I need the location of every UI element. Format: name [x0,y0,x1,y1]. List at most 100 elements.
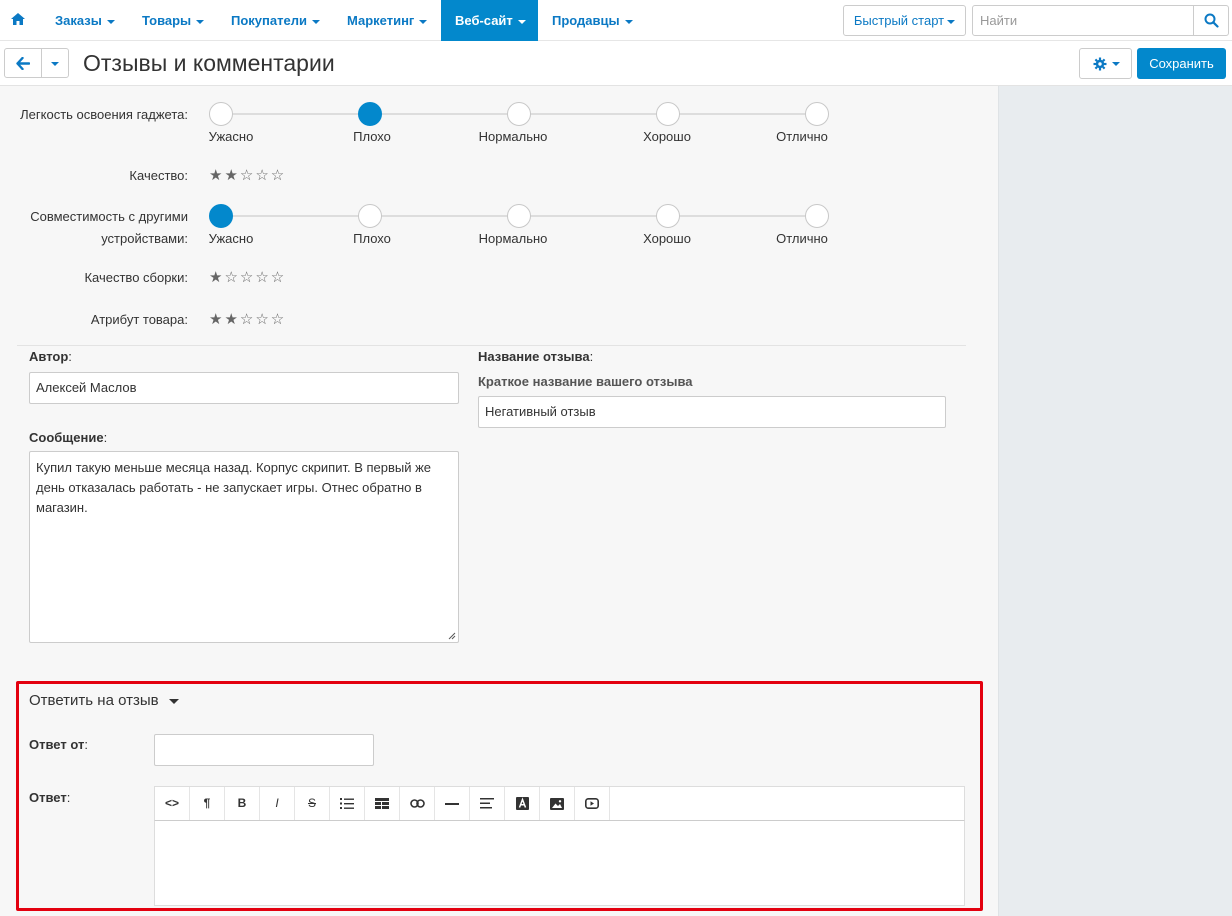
bold-icon: B [237,796,247,810]
search-button[interactable] [1193,5,1229,36]
font-color-icon [515,797,529,811]
code-view-button[interactable]: <> [155,787,190,820]
reply-from-label: Ответ от: [29,737,88,752]
nav-item-website[interactable]: Веб-сайт [441,0,538,41]
chevron-down-icon [51,61,59,66]
bold-button[interactable]: B [225,787,260,820]
chevron-down-icon [106,19,115,24]
strikethrough-icon: S [307,796,316,810]
search-input[interactable] [972,5,1194,36]
align-button[interactable] [470,787,505,820]
quick-start-button[interactable]: Быстрый старт [843,5,966,36]
review-title-input[interactable]: Негативный отзыв [478,396,946,428]
page-title: Отзывы и комментарии [83,50,335,76]
home-icon[interactable] [10,11,26,27]
scale-option-label: Отлично [776,129,828,144]
attribute-label: Атрибут товара: [90,312,188,327]
scale-option-label: Хорошо [643,129,691,144]
nav-item-marketing[interactable]: Маркетинг [333,0,441,41]
attribute-label: Качество сборки: [84,270,188,285]
attribute-label: Качество: [129,168,188,183]
nav-item-vendors[interactable]: Продавцы [538,0,647,41]
image-icon [550,797,564,810]
scale-option-radio[interactable] [805,102,829,126]
chevron-down-icon [419,19,428,24]
italic-icon: I [275,796,279,810]
scale-option-label: Отлично [776,231,828,246]
chevron-down-icon [311,19,320,24]
strikethrough-button[interactable]: S [295,787,330,820]
author-input[interactable]: Алексей Маслов [29,372,459,404]
scale-option-radio-selected[interactable] [358,102,382,126]
chevron-down-icon [947,19,956,24]
link-button[interactable] [400,787,435,820]
video-icon [585,798,599,810]
attribute-label: Совместимость с другими устройствами: [30,209,188,246]
message-textarea[interactable]: Купил такую меньше месяца назад. Корпус … [29,451,459,643]
chevron-down-icon [517,19,526,24]
back-button[interactable] [4,48,42,78]
chevron-down-icon [1112,62,1120,66]
nav-item-products[interactable]: Товары [128,0,218,41]
resize-handle-icon[interactable] [448,632,456,640]
table-button[interactable] [365,787,400,820]
horizontal-rule-icon [445,802,459,805]
message-label: Сообщение: [29,430,108,445]
code-view-icon: <> [164,796,179,810]
reply-from-input[interactable] [154,734,374,766]
top-navigation: Заказы Товары Покупатели Маркетинг Веб-с… [0,0,1232,41]
caret-down-icon [168,698,179,704]
scale-option-radio[interactable] [507,204,531,228]
scale-option-radio[interactable] [656,102,680,126]
chevron-down-icon [624,19,633,24]
save-button[interactable]: Сохранить [1137,48,1226,79]
rating-stars-build-quality[interactable]: ★☆☆☆☆ [209,268,286,286]
image-button[interactable] [540,787,575,820]
rating-stars-quality[interactable]: ★★☆☆☆ [209,166,286,184]
scale-option-radio-selected[interactable] [209,204,233,228]
nav-item-orders[interactable]: Заказы [41,0,129,41]
scale-option-radio[interactable] [209,102,233,126]
author-label: Автор: [29,349,72,364]
scale-option-label: Плохо [353,129,391,144]
table-icon [375,798,389,810]
paragraph-icon: ¶ [203,796,211,810]
review-title-label: Название отзыва: [478,349,594,364]
list-button[interactable] [330,787,365,820]
gear-icon [1093,57,1107,71]
scale-option-label: Ужасно [208,231,254,246]
scale-option-radio[interactable] [805,204,829,228]
list-icon [340,798,354,810]
attribute-label: Легкость освоения гаджета: [20,107,188,122]
scale-option-radio[interactable] [656,204,680,228]
horizontal-rule-button[interactable] [435,787,470,820]
scale-option-label: Нормально [478,129,548,144]
reply-editor[interactable] [154,820,965,906]
reply-label: Ответ: [29,790,71,805]
nav-item-customers[interactable]: Покупатели [217,0,334,41]
font-color-button[interactable] [505,787,540,820]
back-dropdown-button[interactable] [41,48,69,78]
scale-option-radio[interactable] [507,102,531,126]
search-icon [1204,13,1219,28]
rating-stars-product-attribute[interactable]: ★★☆☆☆ [209,310,286,328]
paragraph-button[interactable]: ¶ [190,787,225,820]
arrow-left-icon [16,57,30,70]
italic-button[interactable]: I [260,787,295,820]
reply-section-toggle[interactable]: Ответить на отзыв [29,692,179,709]
page-header: Отзывы и комментарии Сохранить [0,41,1232,86]
link-icon [409,799,425,809]
scale-option-label: Нормально [478,231,548,246]
settings-button[interactable] [1079,48,1132,79]
scale-option-label: Хорошо [643,231,691,246]
review-title-hint: Краткое название вашего отзыва [478,374,693,389]
editor-toolbar: <> ¶ B I S [154,786,965,820]
scale-option-label: Плохо [353,231,391,246]
scale-option-label: Ужасно [208,129,254,144]
align-left-icon [480,798,494,809]
video-button[interactable] [575,787,610,820]
right-sidebar [998,86,1232,916]
chevron-down-icon [196,19,205,24]
scale-option-radio[interactable] [358,204,382,228]
divider [17,345,966,346]
